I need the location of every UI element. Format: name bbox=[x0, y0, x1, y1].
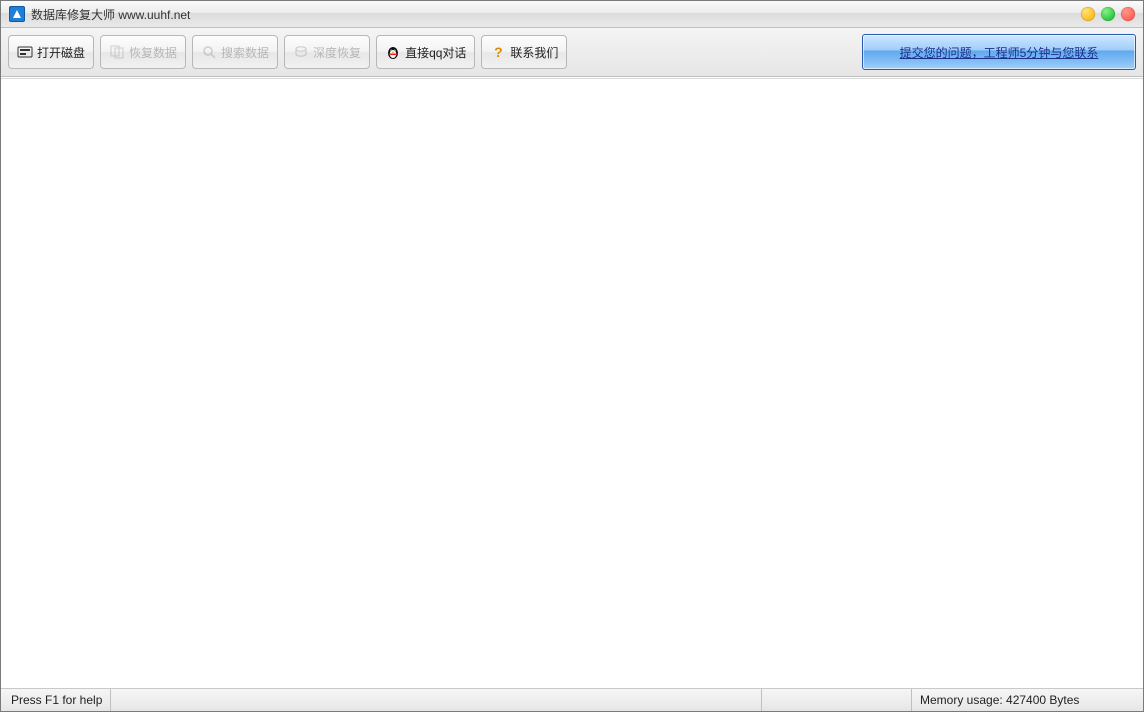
status-help-text: Press F1 for help bbox=[1, 689, 110, 711]
minimize-button[interactable] bbox=[1081, 7, 1095, 21]
deep-recover-label: 深度恢复 bbox=[313, 44, 361, 61]
maximize-button[interactable] bbox=[1101, 7, 1115, 21]
status-bar: Press F1 for help Memory usage: 427400 B… bbox=[1, 689, 1143, 711]
close-button[interactable] bbox=[1121, 7, 1135, 21]
search-icon bbox=[201, 44, 217, 60]
toolbar: 打开磁盘 恢复数据 搜索数据 bbox=[1, 28, 1143, 77]
status-spacer bbox=[110, 689, 761, 711]
open-disk-label: 打开磁盘 bbox=[37, 44, 85, 61]
status-memory-text: Memory usage: 427400 Bytes bbox=[911, 689, 1143, 711]
search-data-label: 搜索数据 bbox=[221, 44, 269, 61]
qq-chat-label: 直接qq对话 bbox=[405, 44, 466, 61]
app-window: 数据库修复大师 www.uuhf.net 打开磁盘 bbox=[0, 0, 1144, 712]
recover-icon bbox=[109, 44, 125, 60]
contact-us-label: 联系我们 bbox=[510, 44, 558, 61]
window-controls bbox=[1081, 7, 1135, 21]
title-bar: 数据库修复大师 www.uuhf.net bbox=[1, 1, 1143, 28]
submit-question-button[interactable]: 提交您的问题，工程师5分钟与您联系 bbox=[862, 34, 1136, 70]
deep-recover-button: 深度恢复 bbox=[284, 35, 370, 69]
disk-icon bbox=[17, 44, 33, 60]
app-icon bbox=[9, 6, 25, 22]
open-disk-button[interactable]: 打开磁盘 bbox=[8, 35, 94, 69]
recover-data-label: 恢复数据 bbox=[129, 44, 177, 61]
submit-question-label: 提交您的问题，工程师5分钟与您联系 bbox=[900, 44, 1099, 61]
recover-data-button: 恢复数据 bbox=[100, 35, 186, 69]
deep-recover-icon bbox=[293, 44, 309, 60]
window-title: 数据库修复大师 www.uuhf.net bbox=[31, 6, 190, 23]
question-icon: ? bbox=[490, 44, 506, 60]
qq-chat-button[interactable]: 直接qq对话 bbox=[376, 35, 475, 69]
status-mid-cell bbox=[761, 689, 911, 711]
search-data-button: 搜索数据 bbox=[192, 35, 278, 69]
qq-penguin-icon bbox=[385, 44, 401, 60]
contact-us-button[interactable]: ? 联系我们 bbox=[481, 35, 567, 69]
content-area bbox=[1, 77, 1143, 689]
